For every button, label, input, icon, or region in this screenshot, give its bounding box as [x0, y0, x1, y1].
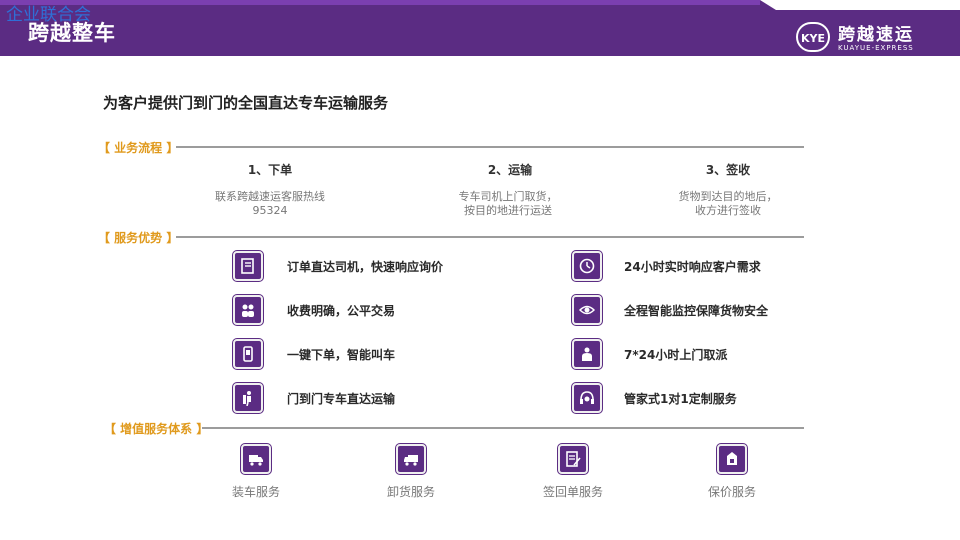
logo-chinese-name: 跨越速运: [838, 25, 914, 45]
advantage-text-8: 管家式1对1定制服务: [624, 392, 737, 406]
brand-logo: KYE 跨越速运 KUAYUE-EXPRESS: [796, 20, 936, 56]
advantage-text-6: 7*24小时上门取派: [624, 348, 728, 362]
step-desc-2-line2: 按目的地进行运送: [464, 204, 552, 217]
step-desc-1-line1: 联系跨越速运客服热线: [215, 190, 325, 203]
advantage-text-3: 收费明确，公平交易: [287, 304, 396, 318]
header-bar: 跨越整车 KYE 跨越速运 KUAYUE-EXPRESS: [0, 0, 960, 56]
service-text-4: 保价服务: [707, 485, 756, 499]
headset-icon: [572, 383, 602, 413]
truck-unload-icon: [396, 444, 426, 474]
truck-load-icon: [241, 444, 271, 474]
header-accent: [0, 0, 760, 5]
phone-icon: [233, 339, 263, 369]
advantage-text-2: 24小时实时响应客户需求: [624, 260, 761, 274]
advantage-text-4: 全程智能监控保障货物安全: [624, 304, 769, 318]
divider-process: [176, 146, 804, 148]
step-desc-3-line2: 收方进行签收: [695, 204, 761, 217]
logo-english-name: KUAYUE-EXPRESS: [838, 44, 914, 52]
step-desc-3: 货物到达目的地后， 收方进行签收: [648, 190, 808, 218]
watermark-text: 企业联合会: [6, 5, 91, 25]
courier-icon: [572, 339, 602, 369]
clock-icon: [572, 251, 602, 281]
header-diagonal: [760, 0, 960, 10]
advantage-text-7: 门到门专车直达运输: [287, 392, 396, 406]
section-label-advantages: 【 服务优势 】: [98, 231, 179, 245]
porter-icon: [233, 383, 263, 413]
book-icon: [233, 251, 263, 281]
insurance-icon: [717, 444, 747, 474]
receipt-icon: [558, 444, 588, 474]
slide-subtitle: 为客户提供门到门的全国直达专车运输服务: [103, 94, 389, 112]
section-label-value-added: 【 增值服务体系 】: [104, 422, 209, 436]
advantage-text-5: 一键下单，智能叫车: [287, 348, 396, 362]
step-title-3: 3、签收: [705, 163, 751, 177]
people-icon: [233, 295, 263, 325]
logo-badge: KYE: [796, 22, 830, 52]
service-text-2: 卸货服务: [386, 485, 435, 499]
step-title-2: 2、运输: [487, 163, 533, 177]
step-desc-2-line1: 专车司机上门取货，: [458, 190, 558, 203]
step-title-1: 1、下单: [247, 163, 293, 177]
step-desc-1-line2: 95324: [252, 204, 288, 217]
advantage-text-1: 订单直达司机，快速响应询价: [287, 260, 444, 274]
step-desc-1: 联系跨越速运客服热线 95324: [190, 190, 350, 218]
service-text-3: 签回单服务: [542, 485, 603, 499]
eye-icon: [572, 295, 602, 325]
step-desc-3-line1: 货物到达目的地后，: [678, 190, 778, 203]
section-label-process: 【 业务流程 】: [98, 141, 179, 155]
divider-value-added: [202, 427, 804, 429]
step-desc-2: 专车司机上门取货， 按目的地进行运送: [428, 190, 588, 218]
service-text-1: 装车服务: [231, 485, 280, 499]
divider-advantages: [176, 236, 804, 238]
